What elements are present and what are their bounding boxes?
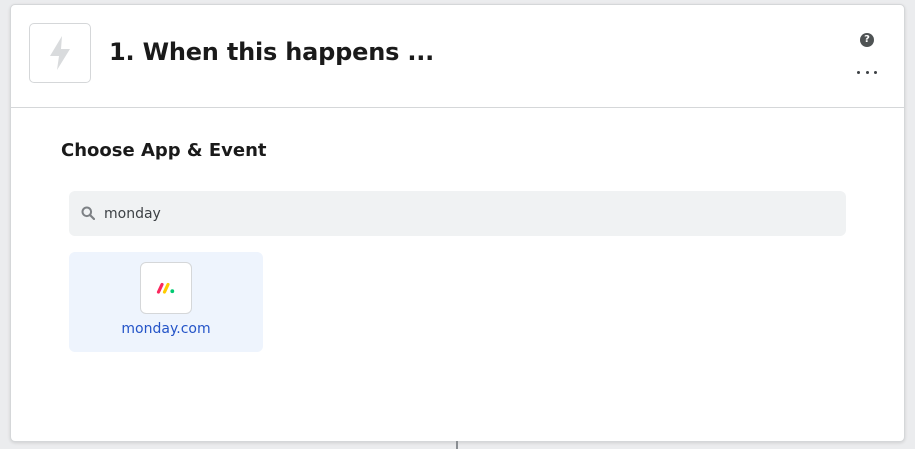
trigger-app-tile[interactable] — [29, 23, 91, 83]
app-logo — [140, 262, 192, 314]
app-result-monday[interactable]: monday.com — [69, 252, 263, 352]
lightning-bolt-icon — [50, 36, 70, 70]
step-title: 1. When this happens ... — [109, 38, 435, 66]
help-icon[interactable]: ? — [860, 33, 874, 47]
monday-com-logo-icon — [156, 282, 175, 294]
step-connector-line — [456, 441, 458, 449]
step-header: 1. When this happens ... ? — [11, 5, 904, 108]
section-title: Choose App & Event — [61, 140, 267, 161]
app-name: monday.com — [121, 321, 211, 337]
dot — [865, 70, 869, 74]
more-options-icon[interactable] — [857, 65, 877, 79]
app-search-box — [69, 191, 846, 236]
app-search-input[interactable] — [104, 191, 834, 236]
dot — [874, 70, 877, 74]
dot — [857, 70, 860, 74]
search-icon — [81, 206, 95, 220]
step-card: 1. When this happens ... ? Choose App & … — [10, 4, 905, 442]
